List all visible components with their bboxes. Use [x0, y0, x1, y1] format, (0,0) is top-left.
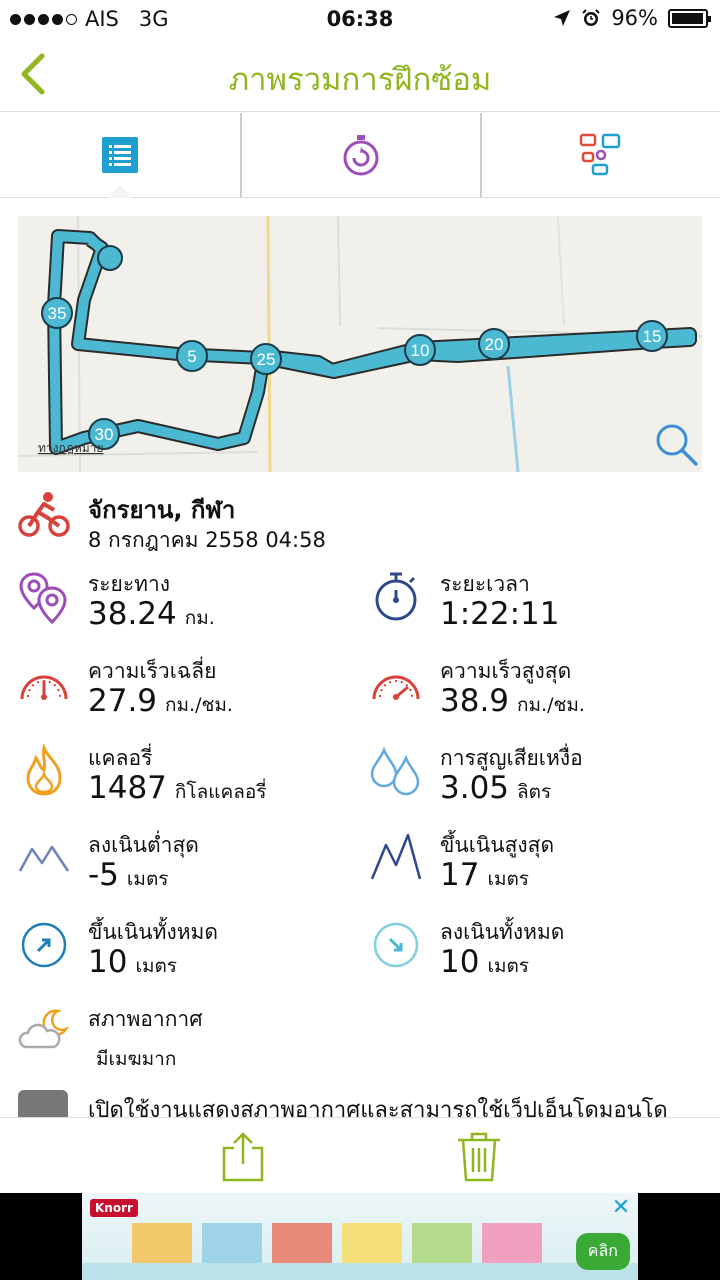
stat-weather: สภาพอากาศ [18, 1003, 358, 1083]
svg-text:5: 5 [187, 347, 196, 366]
stat-unit: กม./ชม. [165, 694, 233, 716]
list-icon [102, 137, 138, 173]
km-marker: 5 [176, 340, 208, 372]
stat-avg-speed: ความเร็วเฉลี่ย 27.9 กม./ชม. [18, 655, 358, 735]
stat-distance: ระยะทาง 38.24 กม. [18, 568, 358, 648]
low-mountain-icon [18, 845, 70, 872]
active-tab-indicator [108, 185, 132, 198]
stat-unit: เมตร [126, 868, 169, 890]
weather-description: มีเมฆมาก [96, 1048, 177, 1070]
km-marker: 25 [250, 343, 282, 375]
stat-value: 10 [440, 944, 480, 980]
svg-text:10: 10 [411, 341, 430, 360]
svg-text:25: 25 [257, 350, 276, 369]
stat-total-descent: ลงเนินทั้งหมด 10 เมตร [370, 916, 710, 996]
stat-unit: เมตร [135, 955, 178, 977]
flame-icon [26, 744, 62, 796]
location-arrow-icon [554, 10, 571, 26]
stat-value: 27.9 [88, 683, 158, 719]
ad-creative[interactable]: Knorr คลิก [82, 1193, 638, 1280]
stat-unit: เมตร [487, 868, 530, 890]
delete-button[interactable] [454, 1130, 504, 1182]
share-icon [222, 1132, 264, 1182]
stopwatch-icon [343, 135, 379, 176]
stat-value: 3.05 [440, 770, 510, 806]
ad-banner[interactable]: Knorr คลิก ✕ [0, 1193, 720, 1280]
notice-text: เปิดใช้งานแสดงสภาพอากาศและสามารถใช้เว็ปเ… [88, 1098, 668, 1120]
share-button[interactable] [218, 1130, 268, 1182]
trash-icon [458, 1132, 500, 1182]
cycling-icon [18, 492, 70, 537]
tab-social[interactable] [480, 113, 720, 197]
stat-value: 17 [440, 857, 480, 893]
nav-bar: ภาพรวมการฝึกซ้อม [0, 40, 720, 112]
stat-unit: เมตร [487, 955, 530, 977]
stat-calories: แคลอรี่ 1487 กิโลแคลอรี่ [18, 742, 358, 822]
stat-total-ascent: ขึ้นเนินทั้งหมด 10 เมตร [18, 916, 358, 996]
cloud-moon-icon [18, 1009, 70, 1049]
svg-text:35: 35 [48, 304, 67, 323]
ad-cta-button[interactable]: คลิก [575, 1233, 630, 1270]
stat-value: 38.24 [88, 596, 177, 632]
stat-value: 38.9 [440, 683, 510, 719]
tab-laps[interactable] [240, 113, 480, 197]
stat-min-altitude: ลงเนินต่ำสุด -5 เมตร [18, 829, 358, 909]
water-drops-icon [370, 746, 420, 796]
activity-header: จักรยาน, กีฬา 8 กรกฎาคม 2558 04:58 [18, 488, 702, 552]
svg-text:20: 20 [485, 335, 504, 354]
social-network-icon [579, 133, 621, 176]
ascent-arrow-icon [21, 922, 67, 968]
km-marker: 35 [41, 297, 73, 329]
app-icon [18, 1090, 68, 1120]
stat-sweat-loss: การสูญเสียเหงื่อ 3.05 ลิตร [370, 742, 710, 822]
weather-notice[interactable]: เปิดใช้งานแสดงสภาพอากาศและสามารถใช้เว็ปเ… [18, 1086, 718, 1120]
stat-max-altitude: ขึ้นเนินสูงสุด 17 เมตร [370, 829, 710, 909]
stat-value: -5 [88, 857, 119, 893]
stat-value: 10 [88, 944, 128, 980]
speedometer-avg-icon [20, 675, 68, 700]
km-marker: 10 [404, 334, 436, 366]
stat-duration: ระยะเวลา 1:22:11 [370, 568, 710, 648]
activity-date: 8 กรกฎาคม 2558 04:58 [88, 528, 326, 552]
high-mountain-icon [370, 833, 422, 880]
stat-unit: ลิตร [517, 781, 552, 803]
distance-pins-icon [19, 572, 67, 624]
tab-bar [0, 113, 720, 198]
battery-percent: 96% [611, 6, 658, 30]
stat-value: 1487 [88, 770, 167, 806]
stat-max-speed: ความเร็วสูงสุด 38.9 กม./ชม. [370, 655, 710, 735]
stopwatch-icon [375, 572, 417, 621]
status-bar: AIS 3G 06:38 96% [0, 0, 720, 40]
stat-label: สภาพอากาศ [88, 1007, 203, 1031]
battery-icon [668, 8, 711, 28]
bottom-toolbar [0, 1117, 720, 1193]
km-marker: 15 [636, 320, 668, 352]
stat-unit: กม./ชม. [517, 694, 585, 716]
ad-close-icon[interactable]: ✕ [610, 1197, 632, 1219]
map-legal-link: ทางกฎหมาย [38, 441, 103, 455]
route-map[interactable]: 35 5 25 10 20 15 30 ทางกฎหมาย [18, 216, 702, 472]
stat-unit: กม. [184, 607, 215, 629]
svg-text:15: 15 [643, 327, 662, 346]
km-marker: 20 [478, 328, 510, 360]
descent-arrow-icon [373, 922, 419, 968]
stat-unit: กิโลแคลอรี่ [174, 781, 267, 803]
status-right: 96% [553, 6, 711, 30]
stat-value: 1:22:11 [440, 596, 560, 632]
page-title: ภาพรวมการฝึกซ้อม [228, 62, 492, 98]
ad-illustration [82, 1223, 638, 1280]
alarm-clock-icon [582, 9, 601, 26]
speedometer-max-icon [372, 675, 420, 700]
